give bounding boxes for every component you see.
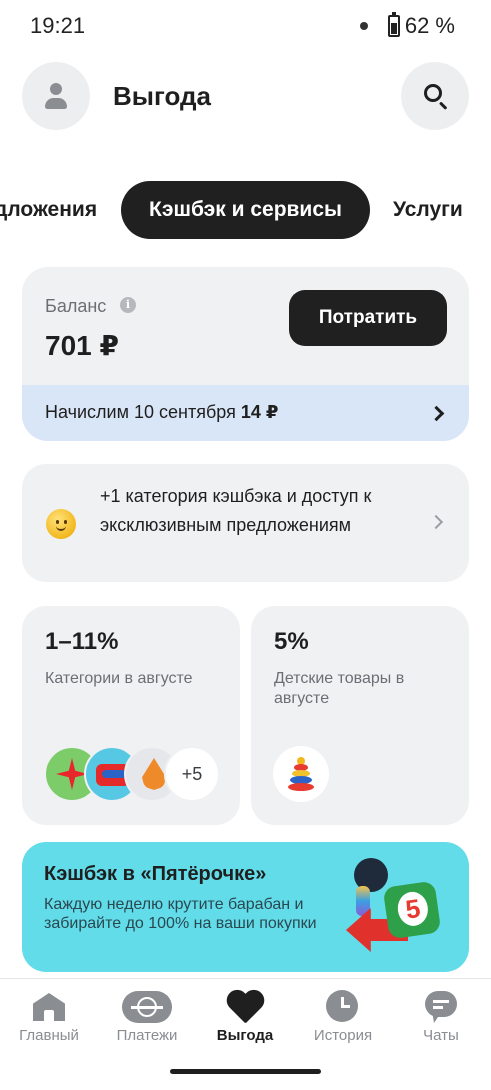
pyaterochka-cashback-banner[interactable]: Кэшбэк в «Пятёрочке» Каждую неделю крути…: [22, 842, 469, 972]
nav-item-home[interactable]: Главный: [0, 989, 98, 1049]
more-categories-count: +5: [164, 746, 220, 802]
tab-offers[interactable]: дложения: [0, 181, 97, 239]
balance-label: Баланс: [45, 296, 107, 316]
nav-label: История: [313, 1027, 373, 1044]
bottom-navigation: Главный Платежи Выгода История Чаты: [0, 978, 491, 1053]
pyaterochka-logo-icon: 5: [342, 856, 462, 966]
kids-percent: 5%: [274, 628, 309, 655]
smiley-icon: [46, 509, 76, 539]
accrual-text: Начислим 10 сентября 14 ₽: [45, 402, 278, 423]
tab-cashback-services[interactable]: Кэшбэк и сервисы: [121, 181, 370, 239]
nav-item-history[interactable]: История: [294, 989, 392, 1049]
promo-text: +1 категория кэшбэка и доступ к эксклюзи…: [100, 486, 372, 535]
notification-dot-icon: [359, 22, 368, 30]
nav-item-payments[interactable]: Платежи: [98, 989, 196, 1049]
status-time: 19:21: [30, 13, 86, 38]
user-icon: [50, 83, 62, 95]
banner-text: Каждую неделю крутите барабан и забирайт…: [44, 896, 317, 932]
nav-label: Чаты: [423, 1027, 459, 1044]
kids-description: Детские товары в августе: [274, 670, 405, 707]
battery-icon: [387, 12, 400, 37]
page-title: Выгода: [113, 81, 211, 111]
chevron-right-icon: [428, 514, 444, 530]
profile-avatar-button[interactable]: [22, 62, 90, 130]
toy-pyramid-icon: [273, 746, 329, 802]
battery-percent: 62 %: [404, 13, 455, 38]
header: Выгода: [0, 62, 491, 132]
balance-card: Баланс i 701 ₽ Потратить Начислим 10 сен…: [22, 267, 469, 441]
premium-promo-card[interactable]: +1 категория кэшбэка и доступ к эксклюзи…: [22, 464, 469, 582]
status-indicators: 62 %: [359, 12, 455, 39]
status-bar: 19:21 62 %: [0, 0, 491, 52]
nav-label: Выгода: [216, 1027, 274, 1044]
categories-percent: 1–11%: [45, 628, 119, 655]
search-button[interactable]: [401, 62, 469, 130]
nav-item-benefits[interactable]: Выгода: [196, 989, 294, 1049]
tab-services[interactable]: Услуги: [393, 181, 463, 239]
clock-icon: [326, 990, 358, 1022]
nav-label: Главный: [19, 1027, 79, 1044]
cashback-categories-tile[interactable]: 1–11% Категории в августе +5: [22, 606, 240, 825]
chat-icon: [425, 991, 457, 1023]
chevron-right-icon: [428, 405, 445, 422]
accrual-date: Начислим 10 сентября: [45, 402, 236, 422]
accrual-row[interactable]: Начислим 10 сентября 14 ₽: [22, 385, 469, 441]
logo-number: 5: [395, 889, 431, 928]
heart-icon: [225, 991, 265, 1025]
home-icon: [33, 993, 65, 1021]
accrual-amount: 14 ₽: [240, 402, 279, 422]
balance-value: 701 ₽: [45, 330, 119, 361]
banner-title: Кэшбэк в «Пятёрочке»: [44, 863, 267, 885]
search-icon: [424, 84, 442, 102]
kids-goods-tile[interactable]: 5% Детские товары в августе: [251, 606, 469, 825]
categories-description: Категории в августе: [45, 670, 193, 687]
nav-item-chats[interactable]: Чаты: [392, 989, 490, 1049]
spend-button[interactable]: Потратить: [289, 290, 447, 346]
tab-bar: дложения Кэшбэк и сервисы Услуги: [0, 181, 491, 239]
info-icon[interactable]: i: [120, 297, 136, 313]
nav-label: Платежи: [116, 1027, 178, 1044]
home-indicator[interactable]: [170, 1069, 321, 1074]
payments-icon: [122, 991, 172, 1023]
